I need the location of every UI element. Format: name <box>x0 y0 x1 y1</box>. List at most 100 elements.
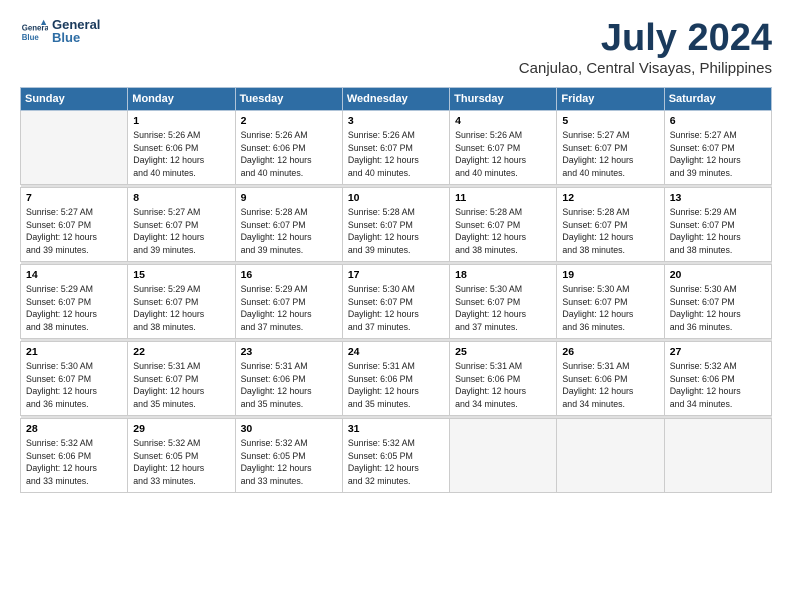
page: General Blue General Blue July 2024 Canj… <box>0 0 792 503</box>
main-title: July 2024 <box>519 18 772 60</box>
day-cell: 6Sunrise: 5:27 AMSunset: 6:07 PMDaylight… <box>664 110 771 184</box>
day-cell <box>21 110 128 184</box>
day-info: Sunrise: 5:26 AMSunset: 6:06 PMDaylight:… <box>133 129 230 180</box>
day-cell: 29Sunrise: 5:32 AMSunset: 6:05 PMDayligh… <box>128 418 235 492</box>
day-number: 4 <box>455 115 552 127</box>
day-cell: 11Sunrise: 5:28 AMSunset: 6:07 PMDayligh… <box>450 187 557 261</box>
day-cell: 2 Sunrise: 5:26 AMSunset: 6:06 PMDaylight… <box>235 110 342 184</box>
day-number: 5 <box>562 115 659 127</box>
day-cell: 14Sunrise: 5:29 AMSunset: 6:07 PMDayligh… <box>21 264 128 338</box>
day-info: Sunrise: 5:31 AMSunset: 6:06 PMDaylight:… <box>241 360 338 411</box>
calendar-header: SundayMondayTuesdayWednesdayThursdayFrid… <box>21 87 772 110</box>
day-number: 14 <box>26 269 123 281</box>
day-info: Sunrise: 5:32 AMSunset: 6:05 PMDaylight:… <box>241 437 338 488</box>
day-info: Sunrise: 5:30 AMSunset: 6:07 PMDaylight:… <box>455 283 552 334</box>
header-cell-monday: Monday <box>128 87 235 110</box>
day-info: Sunrise: 5:32 AMSunset: 6:05 PMDaylight:… <box>348 437 445 488</box>
day-number: 24 <box>348 346 445 358</box>
day-cell: 7 Sunrise: 5:27 AMSunset: 6:07 PMDaylight… <box>21 187 128 261</box>
day-info: Sunrise: 5:32 AMSunset: 6:06 PMDaylight:… <box>26 437 123 488</box>
calendar-body: 1Sunrise: 5:26 AMSunset: 6:06 PMDaylight… <box>21 110 772 492</box>
day-number: 2 <box>241 115 338 127</box>
day-number: 10 <box>348 192 445 204</box>
header-cell-tuesday: Tuesday <box>235 87 342 110</box>
day-number: 27 <box>670 346 767 358</box>
day-info: Sunrise: 5:28 AMSunset: 6:07 PMDaylight:… <box>562 206 659 257</box>
day-number: 9 <box>241 192 338 204</box>
day-number: 3 <box>348 115 445 127</box>
day-cell: 27 Sunrise: 5:32 AMSunset: 6:06 PMDayligh… <box>664 341 771 415</box>
day-info: Sunrise: 5:30 AMSunset: 6:07 PMDaylight:… <box>26 360 123 411</box>
day-info: Sunrise: 5:29 AMSunset: 6:07 PMDaylight:… <box>670 206 767 257</box>
day-number: 23 <box>241 346 338 358</box>
day-number: 15 <box>133 269 230 281</box>
header-row: SundayMondayTuesdayWednesdayThursdayFrid… <box>21 87 772 110</box>
day-number: 25 <box>455 346 552 358</box>
header-cell-friday: Friday <box>557 87 664 110</box>
day-info: Sunrise: 5:30 AMSunset: 6:07 PMDaylight:… <box>562 283 659 334</box>
day-cell: 17Sunrise: 5:30 AMSunset: 6:07 PMDayligh… <box>342 264 449 338</box>
header-cell-wednesday: Wednesday <box>342 87 449 110</box>
svg-text:Blue: Blue <box>22 33 40 42</box>
day-number: 22 <box>133 346 230 358</box>
header-cell-thursday: Thursday <box>450 87 557 110</box>
day-cell: 28Sunrise: 5:32 AMSunset: 6:06 PMDayligh… <box>21 418 128 492</box>
day-cell: 13 Sunrise: 5:29 AMSunset: 6:07 PMDayligh… <box>664 187 771 261</box>
day-info: Sunrise: 5:27 AMSunset: 6:07 PMDaylight:… <box>562 129 659 180</box>
day-number: 19 <box>562 269 659 281</box>
day-info: Sunrise: 5:28 AMSunset: 6:07 PMDaylight:… <box>348 206 445 257</box>
calendar-table: SundayMondayTuesdayWednesdayThursdayFrid… <box>20 87 772 493</box>
day-info: Sunrise: 5:31 AMSunset: 6:06 PMDaylight:… <box>455 360 552 411</box>
day-cell: 3 Sunrise: 5:26 AMSunset: 6:07 PMDaylight… <box>342 110 449 184</box>
day-cell <box>557 418 664 492</box>
day-cell: 1Sunrise: 5:26 AMSunset: 6:06 PMDaylight… <box>128 110 235 184</box>
day-info: Sunrise: 5:29 AMSunset: 6:07 PMDaylight:… <box>133 283 230 334</box>
day-cell: 26Sunrise: 5:31 AMSunset: 6:06 PMDayligh… <box>557 341 664 415</box>
day-number: 18 <box>455 269 552 281</box>
day-number: 13 <box>670 192 767 204</box>
day-number: 11 <box>455 192 552 204</box>
day-cell: 12 Sunrise: 5:28 AMSunset: 6:07 PMDayligh… <box>557 187 664 261</box>
day-cell: 4 Sunrise: 5:26 AMSunset: 6:07 PMDaylight… <box>450 110 557 184</box>
day-cell <box>450 418 557 492</box>
logo: General Blue General Blue <box>20 18 100 46</box>
day-cell: 21 Sunrise: 5:30 AMSunset: 6:07 PMDayligh… <box>21 341 128 415</box>
day-number: 8 <box>133 192 230 204</box>
day-cell: 24 Sunrise: 5:31 AMSunset: 6:06 PMDayligh… <box>342 341 449 415</box>
day-number: 7 <box>26 192 123 204</box>
logo-text-line2: Blue <box>52 31 100 46</box>
day-info: Sunrise: 5:26 AMSunset: 6:07 PMDaylight:… <box>455 129 552 180</box>
title-block: July 2024 Canjulao, Central Visayas, Phi… <box>519 18 772 77</box>
day-cell <box>664 418 771 492</box>
header-cell-saturday: Saturday <box>664 87 771 110</box>
day-info: Sunrise: 5:30 AMSunset: 6:07 PMDaylight:… <box>348 283 445 334</box>
day-number: 16 <box>241 269 338 281</box>
day-cell: 19 Sunrise: 5:30 AMSunset: 6:07 PMDayligh… <box>557 264 664 338</box>
day-number: 12 <box>562 192 659 204</box>
day-number: 20 <box>670 269 767 281</box>
day-info: Sunrise: 5:27 AMSunset: 6:07 PMDaylight:… <box>670 129 767 180</box>
day-number: 21 <box>26 346 123 358</box>
logo-icon: General Blue <box>20 18 48 46</box>
day-cell: 20Sunrise: 5:30 AMSunset: 6:07 PMDayligh… <box>664 264 771 338</box>
day-number: 30 <box>241 423 338 435</box>
day-cell: 30 Sunrise: 5:32 AMSunset: 6:05 PMDayligh… <box>235 418 342 492</box>
day-cell: 5 Sunrise: 5:27 AMSunset: 6:07 PMDaylight… <box>557 110 664 184</box>
day-number: 29 <box>133 423 230 435</box>
day-number: 31 <box>348 423 445 435</box>
day-cell: 15 Sunrise: 5:29 AMSunset: 6:07 PMDayligh… <box>128 264 235 338</box>
day-info: Sunrise: 5:26 AMSunset: 6:07 PMDaylight:… <box>348 129 445 180</box>
day-info: Sunrise: 5:27 AMSunset: 6:07 PMDaylight:… <box>26 206 123 257</box>
week-row-2: 7 Sunrise: 5:27 AMSunset: 6:07 PMDaylight… <box>21 187 772 261</box>
day-cell: 31 Sunrise: 5:32 AMSunset: 6:05 PMDayligh… <box>342 418 449 492</box>
week-row-5: 28Sunrise: 5:32 AMSunset: 6:06 PMDayligh… <box>21 418 772 492</box>
week-row-1: 1Sunrise: 5:26 AMSunset: 6:06 PMDaylight… <box>21 110 772 184</box>
day-cell: 18 Sunrise: 5:30 AMSunset: 6:07 PMDayligh… <box>450 264 557 338</box>
day-info: Sunrise: 5:26 AMSunset: 6:06 PMDaylight:… <box>241 129 338 180</box>
day-cell: 22Sunrise: 5:31 AMSunset: 6:07 PMDayligh… <box>128 341 235 415</box>
day-info: Sunrise: 5:31 AMSunset: 6:06 PMDaylight:… <box>348 360 445 411</box>
day-info: Sunrise: 5:32 AMSunset: 6:06 PMDaylight:… <box>670 360 767 411</box>
day-cell: 25 Sunrise: 5:31 AMSunset: 6:06 PMDayligh… <box>450 341 557 415</box>
day-info: Sunrise: 5:29 AMSunset: 6:07 PMDaylight:… <box>241 283 338 334</box>
day-cell: 9Sunrise: 5:28 AMSunset: 6:07 PMDaylight… <box>235 187 342 261</box>
